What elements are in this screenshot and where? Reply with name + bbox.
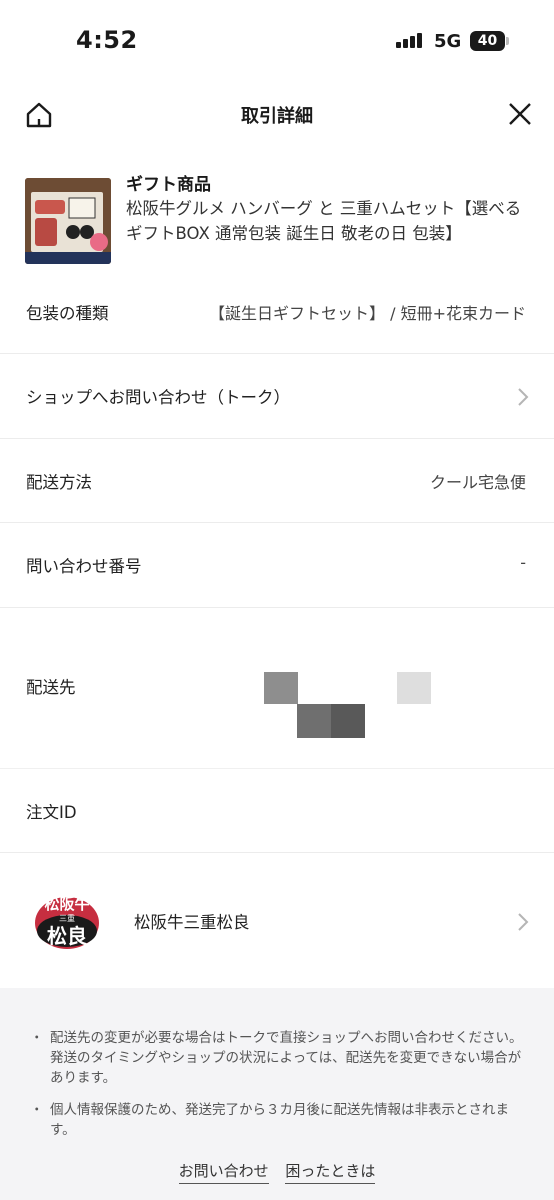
row-order-id: 注文ID xyxy=(0,768,554,853)
destination-label: 配送先 xyxy=(26,678,76,697)
packaging-value: 【誕生日ギフトセット】 / 短冊+花束カード xyxy=(209,304,526,323)
redacted-block xyxy=(331,704,365,738)
row-contact-shop[interactable]: ショップへお問い合わせ（トーク） xyxy=(0,354,554,439)
redacted-block xyxy=(397,672,431,704)
status-time: 4:52 xyxy=(76,26,138,54)
chevron-right-icon xyxy=(516,386,530,408)
battery-nub xyxy=(506,37,509,45)
shop-logo: 松阪牛 三重 松良 xyxy=(32,885,102,955)
row-destination: 配送先 xyxy=(0,608,554,768)
product-image xyxy=(25,178,111,264)
order-id-label: 注文ID xyxy=(26,803,77,822)
row-shipping-method: 配送方法 クール宅急便 xyxy=(0,439,554,523)
battery-icon: 40 xyxy=(470,31,505,51)
contact-link[interactable]: お問い合わせ xyxy=(178,1160,269,1184)
row-packaging: 包装の種類 【誕生日ギフトセット】 / 短冊+花束カード xyxy=(0,286,554,354)
page-title: 取引詳細 xyxy=(241,106,313,127)
packaging-label: 包装の種類 xyxy=(26,304,109,323)
footer-links: お問い合わせ 困ったときは xyxy=(0,1160,554,1184)
notice-bullet: ・ xyxy=(30,1102,44,1118)
notice-bullet: ・ xyxy=(30,1030,44,1046)
notice-text: 配送先の変更が必要な場合はトークで直接ショップへお問い合わせください。発送のタイ… xyxy=(50,1030,523,1086)
svg-text:松良: 松良 xyxy=(47,924,87,948)
chevron-right-icon xyxy=(516,911,530,933)
help-link[interactable]: 困ったときは xyxy=(285,1160,376,1184)
product-summary[interactable]: ギフト商品 松阪牛グルメ ハンバーグ と 三重ハムセット【選べるギフトBOX 通… xyxy=(0,166,554,276)
row-shop[interactable]: 松阪牛 三重 松良 松阪牛三重松良 xyxy=(0,853,554,988)
notice-section: ・ 配送先の変更が必要な場合はトークで直接ショップへお問い合わせください。発送の… xyxy=(0,988,554,1200)
inquiry-number-value: - xyxy=(520,553,526,572)
notice-text: 個人情報保護のため、発送完了から３カ月後に配送先情報は非表示とされます。 xyxy=(50,1102,509,1138)
svg-text:三重: 三重 xyxy=(59,913,75,923)
product-name: 松阪牛グルメ ハンバーグ と 三重ハムセット【選べるギフトBOX 通常包装 誕生… xyxy=(126,199,522,243)
shipping-method-value: クール宅急便 xyxy=(429,473,526,492)
redacted-block xyxy=(264,672,298,704)
shop-name: 松阪牛三重松良 xyxy=(134,913,250,932)
notice-item: ・ 個人情報保護のため、発送完了から３カ月後に配送先情報は非表示とされます。 xyxy=(30,1100,530,1140)
shipping-method-label: 配送方法 xyxy=(26,473,92,492)
product-kind: ギフト商品 xyxy=(126,175,211,195)
close-icon[interactable] xyxy=(506,100,534,128)
inquiry-number-label: 問い合わせ番号 xyxy=(26,557,142,576)
signal-icon xyxy=(396,32,424,48)
svg-text:松阪牛: 松阪牛 xyxy=(44,895,89,913)
status-bar: 4:52 5G 40 xyxy=(0,0,554,80)
contact-shop-label: ショップへお問い合わせ（トーク） xyxy=(26,388,290,407)
notice-item: ・ 配送先の変更が必要な場合はトークで直接ショップへお問い合わせください。発送の… xyxy=(30,1028,530,1088)
network-type: 5G xyxy=(434,31,462,52)
row-inquiry-number: 問い合わせ番号 - xyxy=(0,523,554,608)
redacted-block xyxy=(297,704,331,738)
nav-header: 取引詳細 xyxy=(0,88,554,140)
